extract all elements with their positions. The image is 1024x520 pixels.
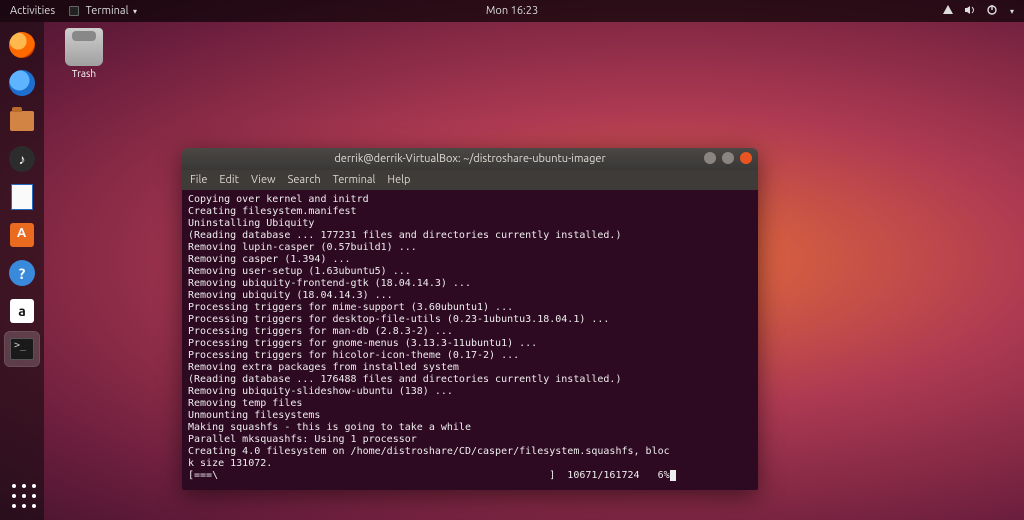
rhythmbox-launcher[interactable]: ♪ (5, 142, 39, 176)
trash-desktop-icon[interactable]: Trash (56, 28, 112, 79)
terminal-line: Processing triggers for hicolor-icon-the… (188, 350, 752, 362)
libreoffice-writer-launcher[interactable] (5, 180, 39, 214)
terminal-line: Creating filesystem.manifest (188, 206, 752, 218)
amazon-icon: a (10, 299, 34, 323)
launcher-dock: ♪ ? a (0, 22, 44, 520)
terminal-line: Unmounting filesystems (188, 410, 752, 422)
terminal-line: Removing ubiquity-slideshow-ubuntu (138)… (188, 386, 752, 398)
terminal-line: [===\ ] 10671/161724 6% (188, 470, 752, 482)
terminal-cursor (670, 470, 676, 481)
top-panel: Activities Terminal ▾ Mon 16:23 ▾ (0, 0, 1024, 22)
terminal-line: Removing ubiquity (18.04.14.3) ... (188, 290, 752, 302)
files-launcher[interactable] (5, 104, 39, 138)
ubuntu-software-launcher[interactable] (5, 218, 39, 252)
terminal-line: Removing temp files (188, 398, 752, 410)
terminal-line: Processing triggers for mime-support (3.… (188, 302, 752, 314)
terminal-line: k size 131072. (188, 458, 752, 470)
power-icon[interactable] (986, 4, 998, 19)
firefox-icon (9, 32, 35, 58)
terminal-line: Copying over kernel and initrd (188, 194, 752, 206)
menu-file[interactable]: File (190, 174, 207, 186)
help-launcher[interactable]: ? (5, 256, 39, 290)
clock[interactable]: Mon 16:23 (486, 5, 538, 17)
libreoffice-writer-icon (11, 184, 33, 210)
terminal-launcher[interactable] (5, 332, 39, 366)
terminal-line: Processing triggers for man-db (2.8.3-2)… (188, 326, 752, 338)
desktop-background: Activities Terminal ▾ Mon 16:23 ▾ ♪ (0, 0, 1024, 520)
system-menu-chevron-icon[interactable]: ▾ (1010, 7, 1014, 16)
thunderbird-icon (9, 70, 35, 96)
terminal-line: Removing extra packages from installed s… (188, 362, 752, 374)
terminal-line: Removing ubiquity-frontend-gtk (18.04.14… (188, 278, 752, 290)
terminal-title: derrik@derrik-VirtualBox: ~/distroshare-… (334, 153, 605, 165)
ubuntu-software-icon (10, 223, 34, 247)
terminal-line: Processing triggers for gnome-menus (3.1… (188, 338, 752, 350)
amazon-launcher[interactable]: a (5, 294, 39, 328)
minimize-button[interactable] (704, 152, 716, 164)
menu-search[interactable]: Search (288, 174, 321, 186)
sound-icon[interactable] (964, 4, 976, 19)
network-icon[interactable] (942, 4, 954, 19)
terminal-line: Parallel mksquashfs: Using 1 processor (188, 434, 752, 446)
terminal-line: Removing casper (1.394) ... (188, 254, 752, 266)
terminal-line: Creating 4.0 filesystem on /home/distros… (188, 446, 752, 458)
terminal-line: Processing triggers for desktop-file-uti… (188, 314, 752, 326)
show-applications-button[interactable] (12, 484, 36, 508)
activities-button[interactable]: Activities (10, 5, 55, 17)
app-menu-label: Terminal (86, 5, 129, 17)
terminal-line: (Reading database ... 177231 files and d… (188, 230, 752, 242)
terminal-appmenu-icon (69, 6, 79, 16)
close-button[interactable] (740, 152, 752, 164)
terminal-menubar: File Edit View Search Terminal Help (182, 170, 758, 190)
menu-view[interactable]: View (251, 174, 276, 186)
trash-label: Trash (56, 68, 112, 79)
terminal-window: derrik@derrik-VirtualBox: ~/distroshare-… (182, 148, 758, 490)
menu-edit[interactable]: Edit (219, 174, 239, 186)
terminal-line: (Reading database ... 176488 files and d… (188, 374, 752, 386)
chevron-down-icon: ▾ (133, 7, 137, 16)
terminal-icon (10, 338, 34, 360)
help-icon: ? (9, 260, 35, 286)
firefox-launcher[interactable] (5, 28, 39, 62)
trash-icon (65, 28, 103, 66)
terminal-output[interactable]: Copying over kernel and initrdCreating f… (182, 190, 758, 490)
thunderbird-launcher[interactable] (5, 66, 39, 100)
terminal-titlebar[interactable]: derrik@derrik-VirtualBox: ~/distroshare-… (182, 148, 758, 170)
maximize-button[interactable] (722, 152, 734, 164)
menu-terminal[interactable]: Terminal (333, 174, 376, 186)
files-icon (10, 111, 34, 131)
menu-help[interactable]: Help (387, 174, 410, 186)
terminal-line: Removing user-setup (1.63ubuntu5) ... (188, 266, 752, 278)
app-menu-button[interactable]: Terminal ▾ (69, 5, 137, 17)
rhythmbox-icon: ♪ (9, 146, 35, 172)
terminal-line: Removing lupin-casper (0.57build1) ... (188, 242, 752, 254)
terminal-line: Making squashfs - this is going to take … (188, 422, 752, 434)
terminal-line: Uninstalling Ubiquity (188, 218, 752, 230)
